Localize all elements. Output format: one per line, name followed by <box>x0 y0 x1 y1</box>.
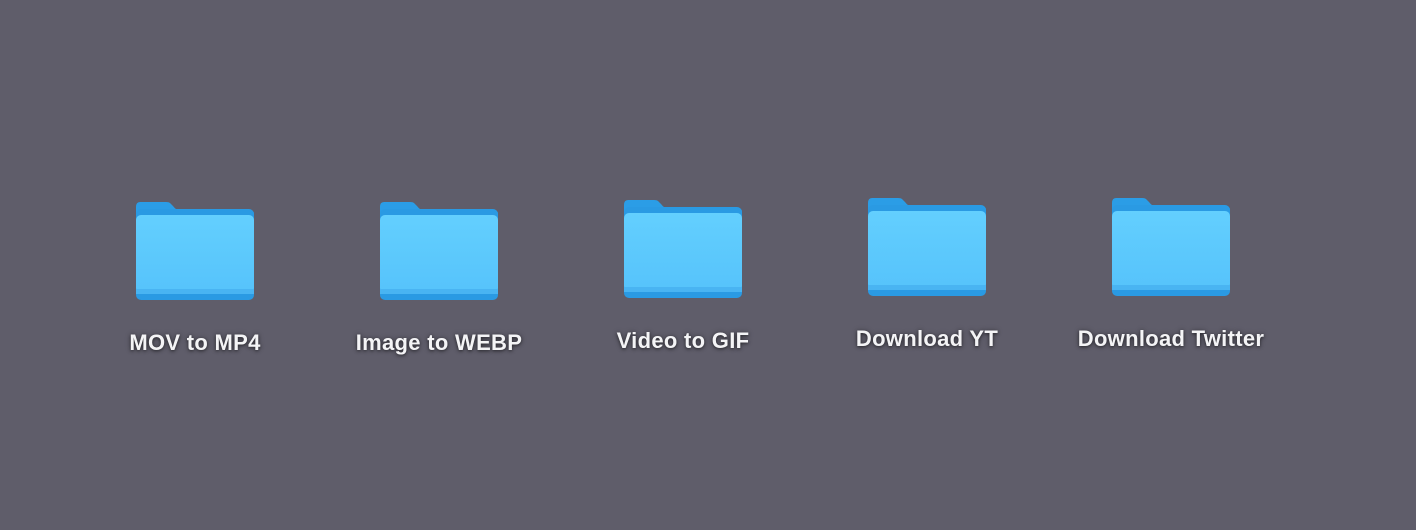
folder-icon <box>868 198 986 296</box>
folder-icon <box>136 202 254 300</box>
desktop-folder-download-twitter[interactable]: Download Twitter <box>1071 196 1271 376</box>
folder-label: Image to WEBP <box>355 330 523 355</box>
desktop: MOV to MP4 Image to WEBP Video to GIF Do… <box>0 0 1416 530</box>
folder-label: Download Twitter <box>1077 326 1265 351</box>
desktop-folder-video-to-gif[interactable]: Video to GIF <box>583 198 783 378</box>
folder-icon <box>380 202 498 300</box>
folder-label: MOV to MP4 <box>129 330 261 355</box>
folder-icon <box>1112 198 1230 296</box>
folder-label: Download YT <box>855 326 999 351</box>
desktop-folder-download-yt[interactable]: Download YT <box>827 196 1027 376</box>
desktop-folder-image-to-webp[interactable]: Image to WEBP <box>339 200 539 380</box>
folder-icon <box>624 200 742 298</box>
desktop-folder-mov-to-mp4[interactable]: MOV to MP4 <box>95 200 295 380</box>
folder-label: Video to GIF <box>616 328 750 353</box>
